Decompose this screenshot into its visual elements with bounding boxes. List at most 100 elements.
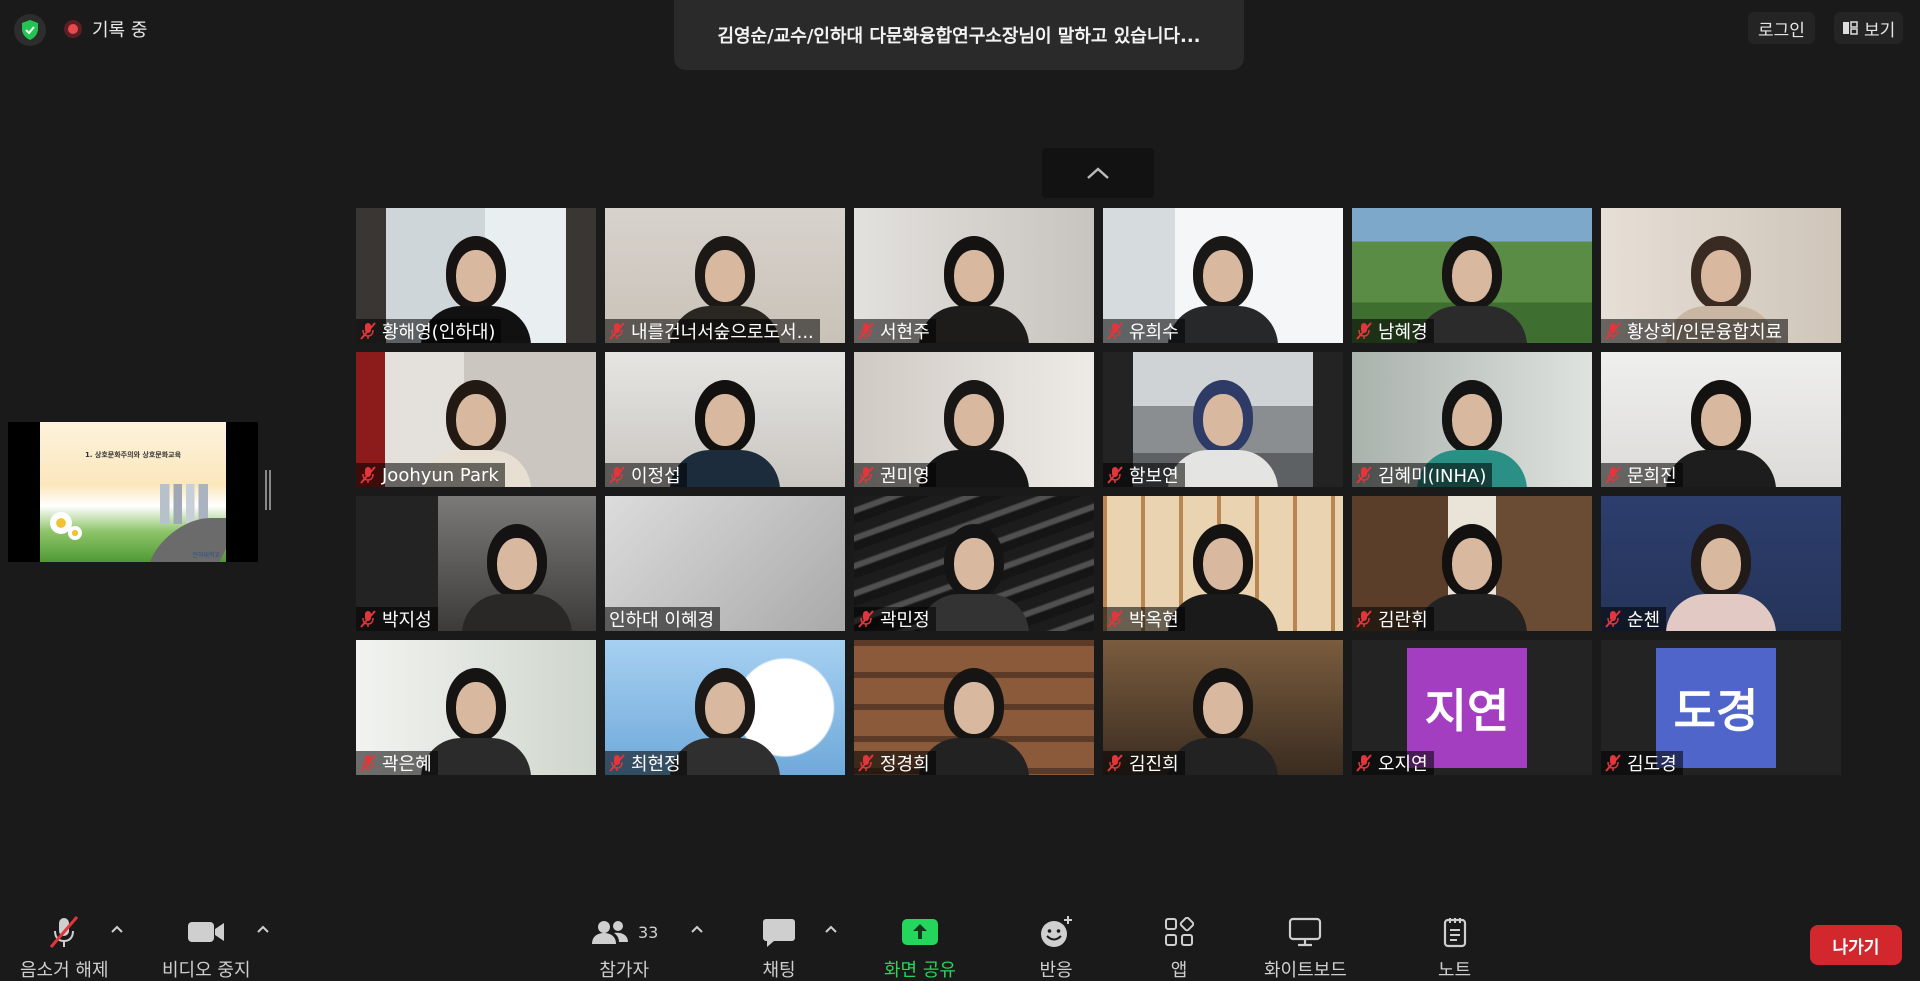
participant-tile[interactable]: 김혜미(INHA): [1352, 352, 1592, 487]
mic-muted-icon: [360, 754, 376, 772]
login-label: 로그인: [1758, 20, 1805, 41]
share-screen-button[interactable]: 화면 공유: [884, 914, 956, 981]
mic-muted-icon: [360, 322, 376, 340]
slide-logo: 인하대학교: [192, 552, 220, 559]
login-button[interactable]: 로그인: [1748, 12, 1815, 44]
person-body: [462, 594, 572, 631]
person-face: [1203, 250, 1243, 302]
reactions-smiley-icon: [1041, 916, 1072, 947]
view-button[interactable]: 보기: [1834, 12, 1904, 44]
participant-name-tag: 박옥현: [1103, 607, 1185, 631]
panel-resize-handle[interactable]: [265, 470, 271, 510]
participant-tile[interactable]: 김란휘: [1352, 496, 1592, 631]
person-face: [1452, 538, 1492, 590]
apps-button[interactable]: 앱: [1164, 914, 1194, 981]
person-face: [1203, 538, 1243, 590]
person-face: [1452, 394, 1492, 446]
meeting-toolbar: 음소거 해제 비디오 중지 33 참가자 채팅 화면 공유 반응 앱 화이트보드…: [0, 900, 1920, 981]
participant-tile[interactable]: 박옥현: [1103, 496, 1343, 631]
security-shield-icon[interactable]: [14, 14, 46, 46]
whiteboard-icon: [1289, 917, 1322, 947]
notes-button[interactable]: 노트: [1438, 914, 1471, 981]
unmute-button[interactable]: 음소거 해제: [20, 914, 109, 981]
participant-name-tag: 정경희: [854, 751, 936, 775]
stop-video-button[interactable]: 비디오 중지: [162, 914, 251, 981]
chat-button[interactable]: 채팅: [762, 914, 796, 981]
participant-tile[interactable]: 황상희/인문융합치료: [1601, 208, 1841, 343]
person-face: [456, 682, 496, 734]
participant-name: 권미영: [880, 466, 930, 487]
participants-label: 참가자: [599, 960, 650, 981]
participants-button[interactable]: 33 참가자: [590, 914, 658, 981]
person-face: [705, 682, 745, 734]
participant-name-tag: 곽은혜: [356, 751, 438, 775]
participant-name: Joohyun Park: [382, 464, 499, 486]
participant-name: 곽민정: [880, 610, 930, 631]
video-options-caret-icon[interactable]: [256, 922, 270, 936]
participant-tile[interactable]: 김진희: [1103, 640, 1343, 775]
participant-name: 함보연: [1129, 466, 1179, 487]
participant-name-tag: 문희진: [1601, 463, 1683, 487]
participant-tile[interactable]: 문희진: [1601, 352, 1841, 487]
collapse-gallery-button[interactable]: [1042, 148, 1154, 198]
mic-muted-icon: [360, 610, 376, 628]
shared-slide: 1. 상호문화주의와 상호문화교육 인하대학교: [40, 422, 226, 562]
participant-tile[interactable]: 권미영: [854, 352, 1094, 487]
share-screen-icon: [901, 919, 938, 945]
participant-tile[interactable]: 순첸: [1601, 496, 1841, 631]
participant-tile[interactable]: 정경희: [854, 640, 1094, 775]
participant-tile[interactable]: 도경 김도경: [1601, 640, 1841, 775]
recording-dot-icon: [64, 20, 82, 38]
mic-muted-icon: [858, 754, 874, 772]
active-speaker-text: 김영순/교수/인하대 다문화융합연구소장님이 말하고 있습니다...: [717, 26, 1201, 47]
reactions-button[interactable]: 반응: [1038, 914, 1074, 981]
participant-name: 정경희: [880, 754, 930, 775]
participant-tile[interactable]: 박지성: [356, 496, 596, 631]
shared-screen-thumbnail[interactable]: 1. 상호문화주의와 상호문화교육 인하대학교: [8, 422, 258, 562]
participant-name-tag: 김란휘: [1352, 607, 1434, 631]
notes-label: 노트: [1438, 960, 1472, 981]
mic-muted-icon: [609, 754, 625, 772]
whiteboard-button[interactable]: 화이트보드: [1264, 914, 1347, 981]
participant-name-tag: 황해영(인하대): [356, 319, 502, 343]
whiteboard-label: 화이트보드: [1264, 960, 1347, 981]
participant-name-tag: 권미영: [854, 463, 936, 487]
stop-video-label: 비디오 중지: [162, 960, 251, 981]
participant-tile[interactable]: 지연 오지연: [1352, 640, 1592, 775]
chat-label: 채팅: [762, 960, 796, 981]
participant-name: 박지성: [382, 610, 432, 631]
participant-name: 서현주: [880, 322, 930, 343]
participant-name: 유희수: [1129, 322, 1179, 343]
participant-name-tag: 서현주: [854, 319, 936, 343]
mic-muted-icon: [1356, 466, 1372, 484]
participant-tile[interactable]: 황해영(인하대): [356, 208, 596, 343]
participant-name: 인하대 이혜경: [609, 610, 715, 631]
reactions-label: 반응: [1039, 960, 1073, 981]
person-face: [497, 538, 537, 590]
participant-name-tag: 내를건너서숲으로도서...: [605, 319, 820, 343]
participant-tile[interactable]: 남혜경: [1352, 208, 1592, 343]
participant-tile[interactable]: 서현주: [854, 208, 1094, 343]
audio-options-caret-icon[interactable]: [110, 922, 124, 936]
participant-tile[interactable]: 함보연: [1103, 352, 1343, 487]
chat-options-caret-icon[interactable]: [824, 922, 838, 936]
recording-indicator[interactable]: 기록 중: [64, 14, 147, 44]
participant-name-tag: 김도경: [1601, 751, 1683, 775]
layout-icon: [1843, 21, 1858, 35]
participant-tile[interactable]: Joohyun Park: [356, 352, 596, 487]
participant-tile[interactable]: 곽민정: [854, 496, 1094, 631]
mic-muted-icon: [1605, 754, 1621, 772]
mic-muted-icon: [1356, 322, 1372, 340]
participant-name: 남혜경: [1378, 322, 1428, 343]
participant-tile[interactable]: 이정섭: [605, 352, 845, 487]
participant-tile[interactable]: 곽은혜: [356, 640, 596, 775]
participant-tile[interactable]: 인하대 이혜경: [605, 496, 845, 631]
leave-meeting-button[interactable]: 나가기: [1810, 925, 1902, 965]
participant-tile[interactable]: 최현정: [605, 640, 845, 775]
participant-tile[interactable]: 내를건너서숲으로도서...: [605, 208, 845, 343]
mic-muted-icon: [1107, 466, 1123, 484]
participant-tile[interactable]: 유희수: [1103, 208, 1343, 343]
mic-muted-icon: [1107, 754, 1123, 772]
person-face: [1701, 394, 1741, 446]
participants-options-caret-icon[interactable]: [690, 922, 704, 936]
